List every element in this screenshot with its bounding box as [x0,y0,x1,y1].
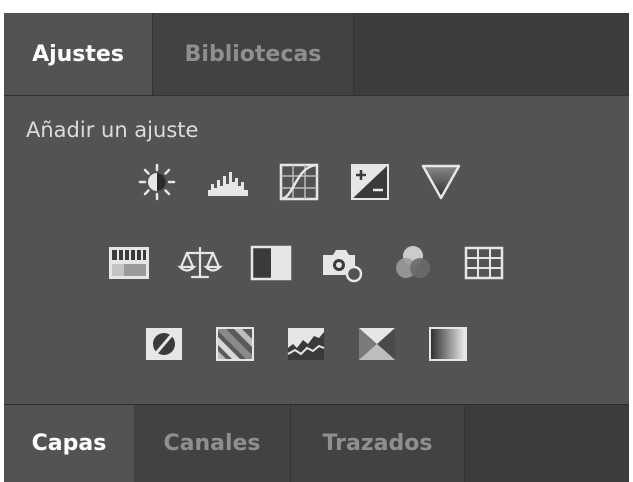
threshold-icon[interactable] [283,324,329,364]
tab-ajustes[interactable]: Ajustes [4,13,152,95]
hue-saturation-icon[interactable] [106,243,152,283]
black-white-icon[interactable] [248,243,294,283]
tab-capas[interactable]: Capas [4,405,134,482]
posterize-icon[interactable] [212,324,258,364]
tab-trazados[interactable]: Trazados [291,405,465,482]
tab-label: Ajustes [32,41,124,67]
add-adjustment-heading: Añadir un ajuste [26,118,199,142]
adjustments-panel: Ajustes Bibliotecas Añadir un ajuste Cap… [4,13,629,482]
color-lookup-icon[interactable] [461,243,507,283]
tab-bibliotecas[interactable]: Bibliotecas [152,13,354,95]
tab-label: Bibliotecas [184,41,322,67]
bottom-tab-bar: Capas Canales Trazados [4,404,629,482]
levels-icon[interactable] [205,162,251,202]
tab-canales[interactable]: Canales [134,405,291,482]
exposure-icon[interactable] [347,162,393,202]
invert-icon[interactable] [141,324,187,364]
curves-icon[interactable] [276,162,322,202]
vibrance-icon[interactable] [418,162,464,202]
brightness-contrast-icon[interactable] [134,162,180,202]
tab-label: Canales [163,431,261,456]
color-balance-icon[interactable] [177,243,223,283]
top-tab-bar: Ajustes Bibliotecas [4,13,629,96]
gradient-map-icon[interactable] [425,324,471,364]
channel-mixer-icon[interactable] [390,243,436,283]
photo-filter-icon[interactable] [319,243,365,283]
tab-label: Trazados [322,431,433,456]
tab-label: Capas [31,431,107,456]
adjustments-body: Añadir un ajuste [4,96,629,404]
selective-color-icon[interactable] [354,324,400,364]
